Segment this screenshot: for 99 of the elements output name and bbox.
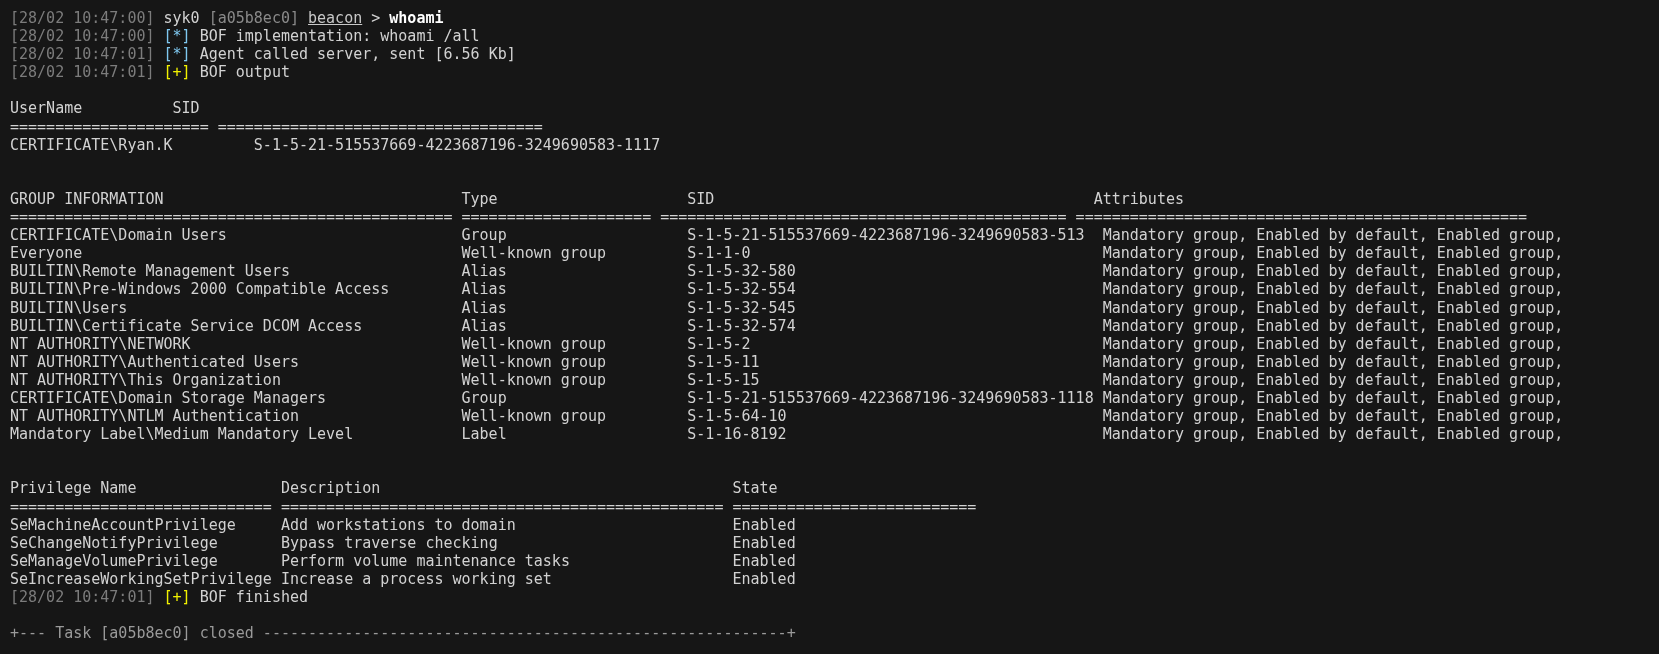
table-cell: Mandatory group, Enabled by default, Enabled group, [1102, 280, 1564, 299]
table-cell-text: SeMachineAccountPrivilege [10, 515, 237, 534]
table-cell: Enabled [732, 515, 796, 534]
status-marker: [+] [163, 588, 191, 606]
target-link[interactable]: beacon [308, 9, 363, 27]
table-cell-text: SeManageVolumePrivilege [10, 551, 219, 570]
table-cell-text: NT AUTHORITY\NETWORK [10, 334, 192, 353]
column-header: SID [687, 189, 716, 209]
table-cell-text: BUILTIN\Pre-Windows 2000 Compatible Access [10, 280, 391, 299]
table-cell: Mandatory group, Enabled by default, Enabled group, [1102, 370, 1564, 389]
column-rule: ===================== [461, 208, 653, 227]
table-cell-text: Well-known group [461, 352, 608, 371]
table-cell-text: SeIncreaseWorkingSetPrivilege [10, 569, 273, 588]
table-cell: Mandatory group, Enabled by default, Enabled group, [1102, 352, 1564, 371]
table-cell: Mandatory group, Enabled by default, Enabled group, [1102, 388, 1564, 408]
table-cell-text: S-1-5-64-10 [687, 407, 788, 426]
table-cell: Enabled [732, 551, 796, 570]
table-cell-text: BUILTIN\Certificate Service DCOM Access [10, 316, 364, 335]
column-header: Description [280, 479, 382, 498]
table-cell-text: Well-known group [461, 407, 608, 426]
table-cell-text: Increase a process working set [280, 569, 553, 588]
log-message: BOF output [199, 63, 290, 82]
table-cell-text: S-1-5-32-545 [687, 298, 797, 317]
user-name: syk0 [163, 9, 200, 27]
table-cell-text: Well-known group [461, 334, 608, 353]
table-cell-text: SeChangeNotifyPrivilege [10, 533, 219, 552]
column-rule: ==================================== [217, 117, 543, 136]
table-cell-text: S-1-5-11 [687, 352, 761, 371]
status-marker: [*] [163, 45, 191, 64]
column-header: UserName [10, 99, 84, 118]
column-rule: ================================================= [10, 208, 454, 227]
timestamp: [28/02 10:47:00] [10, 27, 155, 46]
timestamp: [28/02 10:47:01] [10, 45, 155, 64]
table-cell-text: S-1-5-32-574 [687, 316, 797, 335]
table-cell-text: Everyone [10, 244, 84, 263]
log-message: BOF implementation: whoami /all [199, 27, 480, 46]
table-cell-text: S-1-1-0 [687, 244, 752, 263]
log-message: BOF finished [199, 588, 309, 606]
timestamp: [28/02 10:47:01] [10, 63, 155, 82]
table-cell-text: CERTIFICATE\Domain Storage Managers [10, 388, 328, 408]
table-cell-text: Add workstations to domain [280, 515, 517, 534]
table-cell-text: S-1-5-15 [687, 370, 761, 389]
table-cell-text: NT AUTHORITY\NTLM Authentication [10, 407, 300, 426]
table-cell-text: CERTIFICATE\Ryan.K [10, 135, 174, 154]
column-header: Attributes [1093, 189, 1184, 209]
table-cell-text: BUILTIN\Remote Management Users [10, 262, 291, 281]
table-cell-text: Bypass traverse checking [280, 533, 499, 552]
table-cell: Enabled [732, 533, 796, 552]
table-cell: Mandatory group, Enabled by default, Enabled group, [1102, 334, 1564, 353]
task-id: [a05b8ec0] [208, 9, 299, 27]
table-cell: Mandatory group, Enabled by default, Enabled group, [1102, 316, 1564, 335]
column-rule: =========================== [732, 497, 977, 516]
log-message: Agent called server, sent [6.56 Kb] [199, 45, 516, 64]
table-cell-text: Group [461, 388, 508, 408]
table-cell-text: S-1-5-32-554 [687, 280, 797, 299]
table-cell-text: S-1-5-21-515537669-4223687196-3249690583-1118 [687, 388, 1095, 408]
status-marker: [+] [163, 63, 191, 82]
prompt-separator: > [371, 9, 381, 27]
column-header: Privilege Name [10, 479, 138, 498]
table-cell: Mandatory group, Enabled by default, Enabled group, [1102, 244, 1564, 263]
column-header: SID [172, 99, 200, 118]
table-cell-text: S-1-5-2 [687, 334, 752, 353]
column-rule: ====================== [10, 117, 210, 136]
table-cell-text: NT AUTHORITY\Authenticated Users [10, 352, 300, 371]
table-cell-text: S-1-5-21-515537669-4223687196-3249690583-513 [687, 226, 1086, 245]
table-cell-text: Alias [461, 316, 508, 335]
table-cell-text: Mandatory Label\Medium Mandatory Level [10, 425, 355, 444]
command-text: whoami [389, 9, 444, 27]
table-cell: S-1-5-21-515537669-4223687196-3249690583-1117 [253, 135, 661, 154]
timestamp: [28/02 10:47:01] [10, 588, 155, 606]
table-cell: Enabled [732, 569, 796, 588]
table-cell-text: CERTIFICATE\Domain Users [10, 226, 228, 245]
status-marker: [*] [163, 27, 191, 46]
table-cell: Mandatory group, Enabled by default, Enabled group, [1102, 226, 1564, 245]
column-rule: ============================================= [660, 208, 1068, 227]
table-cell-text: Alias [461, 298, 508, 317]
table-cell-text: S-1-16-8192 [687, 425, 788, 444]
table-cell-text: Group [461, 226, 508, 245]
column-rule: ================================================= [280, 497, 725, 516]
table-cell-text: Well-known group [461, 370, 608, 389]
table-cell-text: BUILTIN\Users [10, 298, 129, 317]
table-cell-text: NT AUTHORITY\This Organization [10, 370, 282, 389]
column-header: State [732, 479, 778, 498]
task-footer: +--- Task [a05b8ec0] closed ----------------------------------------------------------+ [10, 624, 796, 643]
table-cell-text: S-1-5-32-580 [687, 262, 797, 281]
table-cell: Mandatory group, Enabled by default, Enabled group, [1102, 262, 1564, 281]
table-cell: Mandatory group, Enabled by default, Enabled group, [1102, 425, 1564, 444]
column-rule: ============================= [10, 497, 273, 516]
column-header: GROUP INFORMATION [10, 189, 165, 209]
column-rule: ================================================== [1075, 208, 1528, 227]
table-cell-text: Alias [461, 280, 508, 299]
table-cell-text: Well-known group [461, 244, 608, 263]
table-cell-text: Alias [461, 262, 508, 281]
table-cell: Mandatory group, Enabled by default, Enabled group, [1102, 298, 1564, 317]
table-cell-text: Label [461, 425, 508, 444]
timestamp: [28/02 10:47:00] [10, 9, 155, 27]
table-cell: Mandatory group, Enabled by default, Enabled group, [1102, 407, 1564, 426]
table-cell-text: Perform volume maintenance tasks [280, 551, 571, 570]
column-header: Type [461, 189, 499, 209]
